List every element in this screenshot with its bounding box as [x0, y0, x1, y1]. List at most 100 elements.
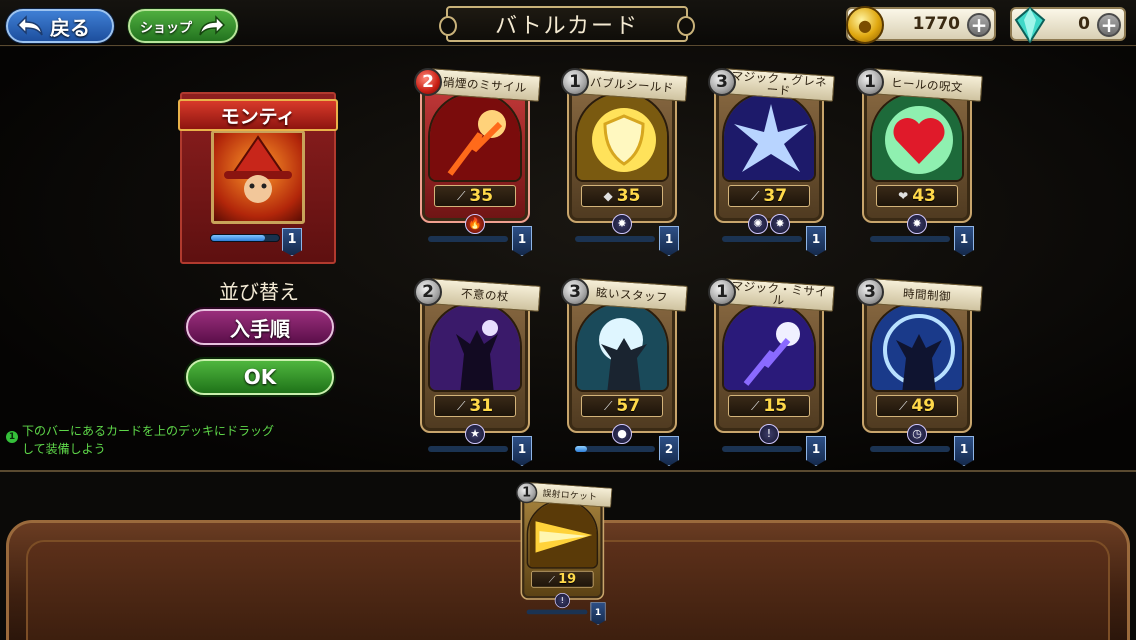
card-art: [428, 92, 522, 182]
card-xp-bar: [870, 236, 950, 242]
sword-icon: ⟋: [548, 573, 556, 585]
card-cost: 1: [569, 72, 581, 92]
battle-card[interactable]: 硝煙のミサイル 2 ⟋ 35 🔥 1: [414, 68, 544, 258]
card-name: ヒールの呪文: [890, 75, 964, 94]
card-stat-value: 35: [469, 186, 494, 206]
card-stat-value: 49: [911, 396, 936, 416]
sword-icon: ⟋: [456, 398, 466, 413]
card-name: 眩いスタッフ: [595, 285, 669, 304]
card-cost-badge: 1: [516, 482, 538, 504]
battle-card[interactable]: マジック・グレネード 3 ⟋ 37 ✺ ✸ 1: [708, 68, 838, 258]
card-art: [722, 302, 816, 392]
card-xp-bar: [575, 446, 655, 452]
battle-card[interactable]: ヒールの呪文 1 ❤ 43 ✸ 1: [856, 68, 986, 258]
card-name: 不意の杖: [460, 285, 510, 304]
card-xp-bar: [870, 446, 950, 452]
element-icon: ◷: [907, 424, 927, 444]
card-cost: 1: [864, 72, 876, 92]
deck-divider: [0, 470, 1136, 472]
back-button-label: 戻る: [50, 15, 90, 40]
card-art: [575, 302, 669, 392]
gold-coin-icon: ●: [846, 6, 884, 44]
element-icon: ✸: [907, 214, 927, 234]
hint-text: 下のバーにあるカードを上のデッキにドラッグして装備しよう: [22, 424, 275, 456]
card-level-badge: 1: [512, 226, 532, 256]
card-name: バブルシールド: [589, 74, 675, 95]
shield-icon: ◆: [603, 189, 613, 203]
card-level-badge: 1: [512, 436, 532, 466]
sword-icon: ⟋: [898, 398, 908, 413]
card-cost-badge: 3: [561, 278, 589, 306]
back-arrow-icon: [16, 15, 43, 36]
sword-icon: ⟋: [603, 398, 613, 413]
card-xp-bar: [575, 236, 655, 242]
card-cost: 3: [864, 282, 876, 302]
card-stat-value: 31: [469, 396, 494, 416]
wizard-portrait-icon: [224, 135, 292, 207]
battle-card[interactable]: 不意の杖 2 ⟋ 31 ★ 1: [414, 278, 544, 468]
card-name: 硝煙のミサイル: [442, 74, 528, 95]
gem-icon: [1014, 7, 1046, 43]
card-stat-value: 37: [763, 186, 788, 206]
battle-card[interactable]: 眩いスタッフ 3 ⟋ 57 ● 2: [561, 278, 691, 468]
back-button[interactable]: 戻る: [6, 9, 114, 43]
card-stat: ⟋ 31: [434, 395, 516, 417]
card-stat: ❤ 43: [876, 185, 958, 207]
card-name: マジック・ミサイル: [731, 278, 828, 308]
card-stat: ⟋ 35: [434, 185, 516, 207]
shop-button[interactable]: ショップ: [128, 9, 238, 43]
battle-card[interactable]: 誤射ロケット 1 ⟋ 19! 1: [516, 482, 615, 626]
card-art: [575, 92, 669, 182]
card-xp-bar: [722, 236, 802, 242]
card-xp-bar: [722, 446, 802, 452]
element-icon: !: [759, 424, 779, 444]
battle-card[interactable]: バブルシールド 1 ◆ 35 ✸ 1: [561, 68, 691, 258]
card-cost-badge: 2: [414, 278, 442, 306]
sort-order-label: 入手順: [230, 316, 290, 341]
card-name: マジック・グレネード: [731, 68, 828, 98]
card-stat: ⟋ 19: [531, 570, 594, 588]
hero-portrait: [211, 130, 305, 224]
card-cost: 2: [422, 72, 434, 92]
ok-button-label: OK: [243, 365, 277, 389]
gold-counter: ● 1770 +: [846, 6, 996, 44]
card-cost-badge: 1: [708, 278, 736, 306]
card-name: 時間制御: [902, 285, 952, 304]
card-level-badge: 1: [806, 226, 826, 256]
battle-card[interactable]: 時間制御 3 ⟋ 49 ◷ 1: [856, 278, 986, 468]
card-stat-value: 57: [616, 396, 641, 416]
card-name: 誤射ロケット: [542, 487, 598, 502]
ok-button[interactable]: OK: [186, 359, 334, 395]
shop-button-label: ショップ: [140, 20, 193, 36]
card-level-badge: 1: [954, 436, 974, 466]
gold-amount: 1770: [912, 14, 960, 34]
element-icon: ●: [612, 424, 632, 444]
battle-card[interactable]: マジック・ミサイル 1 ⟋ 15! 1: [708, 278, 838, 468]
hero-level-badge: 1: [282, 228, 302, 256]
element-icon: 🔥: [465, 214, 485, 234]
card-stat: ⟋ 15: [728, 395, 810, 417]
card-xp-bar: [428, 236, 508, 242]
card-art: [870, 92, 964, 182]
card-stat: ◆ 35: [581, 185, 663, 207]
sword-icon: ⟋: [456, 188, 466, 203]
card-stat: ⟋ 49: [876, 395, 958, 417]
card-cost-badge: 3: [856, 278, 884, 306]
card-art: [526, 500, 599, 569]
card-level-badge: 1: [806, 436, 826, 466]
sort-label: 並び替え: [219, 280, 299, 304]
card-cost: 2: [422, 282, 434, 302]
sort-order-button[interactable]: 入手順: [186, 309, 334, 345]
hero-xp-bar: [210, 234, 280, 242]
card-stat-value: 35: [616, 186, 641, 206]
element-icon: ✸: [612, 214, 632, 234]
card-cost-badge: 1: [561, 68, 589, 96]
add-gold-button[interactable]: +: [967, 13, 991, 37]
card-art: [722, 92, 816, 182]
card-stat-value: 15: [763, 396, 788, 416]
add-gems-button[interactable]: +: [1097, 13, 1121, 37]
card-xp-bar: [526, 609, 588, 615]
hint-info-icon: 1: [6, 431, 18, 443]
hero-name-banner: モンティ: [178, 99, 338, 131]
screen-title-text: バトルカード: [494, 14, 639, 39]
